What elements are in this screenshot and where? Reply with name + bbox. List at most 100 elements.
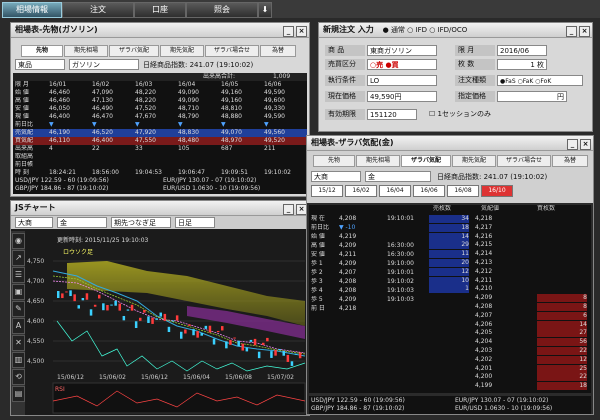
ask-size[interactable]: [429, 329, 469, 337]
tab-futures[interactable]: 先物: [313, 155, 355, 167]
ask-size[interactable]: [429, 294, 469, 302]
month-button[interactable]: 16/10: [481, 185, 513, 197]
tab-zaraba-match[interactable]: ザラバ場合せ: [205, 45, 259, 57]
zaraba-market-select[interactable]: 大商: [311, 171, 361, 182]
nav-tab-order[interactable]: 注文: [62, 2, 134, 18]
ask-size[interactable]: 10: [429, 276, 469, 285]
ask-size[interactable]: 11: [429, 250, 469, 259]
ask-size[interactable]: 29: [429, 241, 469, 250]
ask-size[interactable]: [429, 373, 469, 381]
nav-tab-market-info[interactable]: 相場情報: [2, 2, 62, 18]
order-type-radio[interactable]: ●FaS ○FaK ○FoK: [497, 75, 583, 86]
ask-size[interactable]: [429, 321, 469, 329]
bid-size[interactable]: [537, 250, 587, 258]
ask-size[interactable]: [429, 338, 469, 346]
nav-dropdown-icon[interactable]: ⬇: [258, 2, 272, 18]
chart-tool-icon[interactable]: ✎: [12, 301, 25, 317]
ask-size[interactable]: 12: [429, 267, 469, 276]
tab-zaraba[interactable]: ザラバ気配: [401, 155, 451, 167]
bid-size[interactable]: [537, 277, 587, 285]
cell: 19:10:03: [387, 296, 414, 303]
month-select[interactable]: 2016/06: [497, 45, 547, 56]
bid-size[interactable]: 27: [537, 329, 587, 338]
bid-size[interactable]: 22: [537, 347, 587, 355]
ask-size[interactable]: 1: [429, 285, 469, 294]
bid-size[interactable]: 22: [537, 373, 587, 382]
chart-tool-icon[interactable]: ☰: [12, 267, 25, 283]
bid-size[interactable]: 56: [537, 338, 587, 347]
close-icon[interactable]: ×: [296, 26, 307, 37]
chart-period-select[interactable]: 期先つなぎ足: [111, 217, 171, 228]
chart-interval-select[interactable]: 日足: [175, 217, 215, 228]
minimize-icon[interactable]: _: [566, 26, 577, 37]
bid-size[interactable]: [537, 241, 587, 249]
close-icon[interactable]: ×: [580, 139, 591, 150]
ask-size[interactable]: [429, 356, 469, 364]
ask-size[interactable]: [429, 347, 469, 355]
session-only-checkbox[interactable]: ☐ 1セッションのみ: [429, 109, 491, 119]
qty-stepper[interactable]: 1 枚: [497, 59, 547, 70]
nav-tab-inquiry[interactable]: 照会: [186, 2, 258, 18]
chart-tool-icon[interactable]: A: [12, 318, 25, 334]
bid-size[interactable]: [537, 268, 587, 276]
chart-tool-icon[interactable]: ⟲: [12, 369, 25, 385]
tab-deferred[interactable]: 期先相場: [356, 155, 400, 167]
condition-select[interactable]: LO: [367, 75, 437, 86]
tab-futures[interactable]: 先物: [21, 45, 63, 57]
month-button[interactable]: 15/12: [311, 185, 343, 197]
market-select[interactable]: 東品: [15, 59, 65, 70]
month-button[interactable]: 16/04: [379, 185, 411, 197]
tab-deferred[interactable]: 期先相場: [64, 45, 108, 57]
ask-size[interactable]: [429, 382, 469, 390]
month-button[interactable]: 16/08: [447, 185, 479, 197]
product-select[interactable]: ガソリン: [69, 59, 139, 70]
bid-size[interactable]: 8: [537, 294, 587, 303]
minimize-icon[interactable]: _: [283, 204, 294, 215]
chart-tool-icon[interactable]: ▤: [12, 386, 25, 402]
bid-size[interactable]: [537, 224, 587, 232]
bid-size[interactable]: [537, 233, 587, 241]
month-button[interactable]: 16/06: [413, 185, 445, 197]
bid-size[interactable]: 14: [537, 320, 587, 329]
bid-size[interactable]: 25: [537, 364, 587, 373]
close-icon[interactable]: ×: [579, 26, 590, 37]
ask-size[interactable]: 14: [429, 232, 469, 241]
tab-zaraba[interactable]: ザラバ気配: [109, 45, 159, 57]
minimize-icon[interactable]: _: [283, 26, 294, 37]
tab-zaraba-match[interactable]: ザラバ場合せ: [497, 155, 551, 167]
tab-deferred-quote[interactable]: 期先気配: [452, 155, 496, 167]
chart-tool-icon[interactable]: ▣: [12, 284, 25, 300]
month-button[interactable]: 16/02: [345, 185, 377, 197]
chart-tool-icon[interactable]: ◉: [12, 233, 25, 249]
ask-size[interactable]: [429, 365, 469, 373]
chart-tool-icon[interactable]: ▥: [12, 352, 25, 368]
nav-tab-account[interactable]: 口座: [134, 2, 186, 18]
limit-price-input[interactable]: 円: [497, 91, 567, 102]
ask-size[interactable]: [429, 303, 469, 311]
expiry-input[interactable]: 151120: [367, 109, 417, 120]
chart-market-select[interactable]: 大商: [15, 217, 53, 228]
bid-size[interactable]: [537, 215, 587, 223]
cell: 48,790: [178, 113, 199, 120]
ask-size[interactable]: 34: [429, 215, 469, 223]
chart-product-select[interactable]: 金: [57, 217, 107, 228]
bid-size[interactable]: 6: [537, 311, 587, 320]
bid-size[interactable]: 8: [537, 303, 587, 311]
ask-size[interactable]: 20: [429, 259, 469, 267]
tab-deferred-quote[interactable]: 期先気配: [160, 45, 204, 57]
side-radio[interactable]: ○売 ●買: [367, 59, 437, 70]
bid-size[interactable]: 12: [537, 355, 587, 364]
chart-tool-icon[interactable]: ✕: [12, 335, 25, 351]
tab-fx[interactable]: 為替: [260, 45, 296, 57]
chart-area[interactable]: 更新時刻: 2015/11/25 19:10:03 ロウソク足 4,750 4,…: [27, 231, 307, 415]
zaraba-product-select[interactable]: 金: [365, 171, 431, 182]
ask-size[interactable]: [429, 312, 469, 320]
bid-size[interactable]: [537, 259, 587, 267]
minimize-icon[interactable]: _: [567, 139, 578, 150]
bid-size[interactable]: [537, 285, 587, 293]
bid-size[interactable]: 18: [537, 382, 587, 391]
ask-size[interactable]: 18: [429, 223, 469, 232]
chart-tool-icon[interactable]: ↗: [12, 250, 25, 266]
tab-fx[interactable]: 為替: [552, 155, 588, 167]
order-product-select[interactable]: 東商ガソリン: [367, 45, 437, 56]
